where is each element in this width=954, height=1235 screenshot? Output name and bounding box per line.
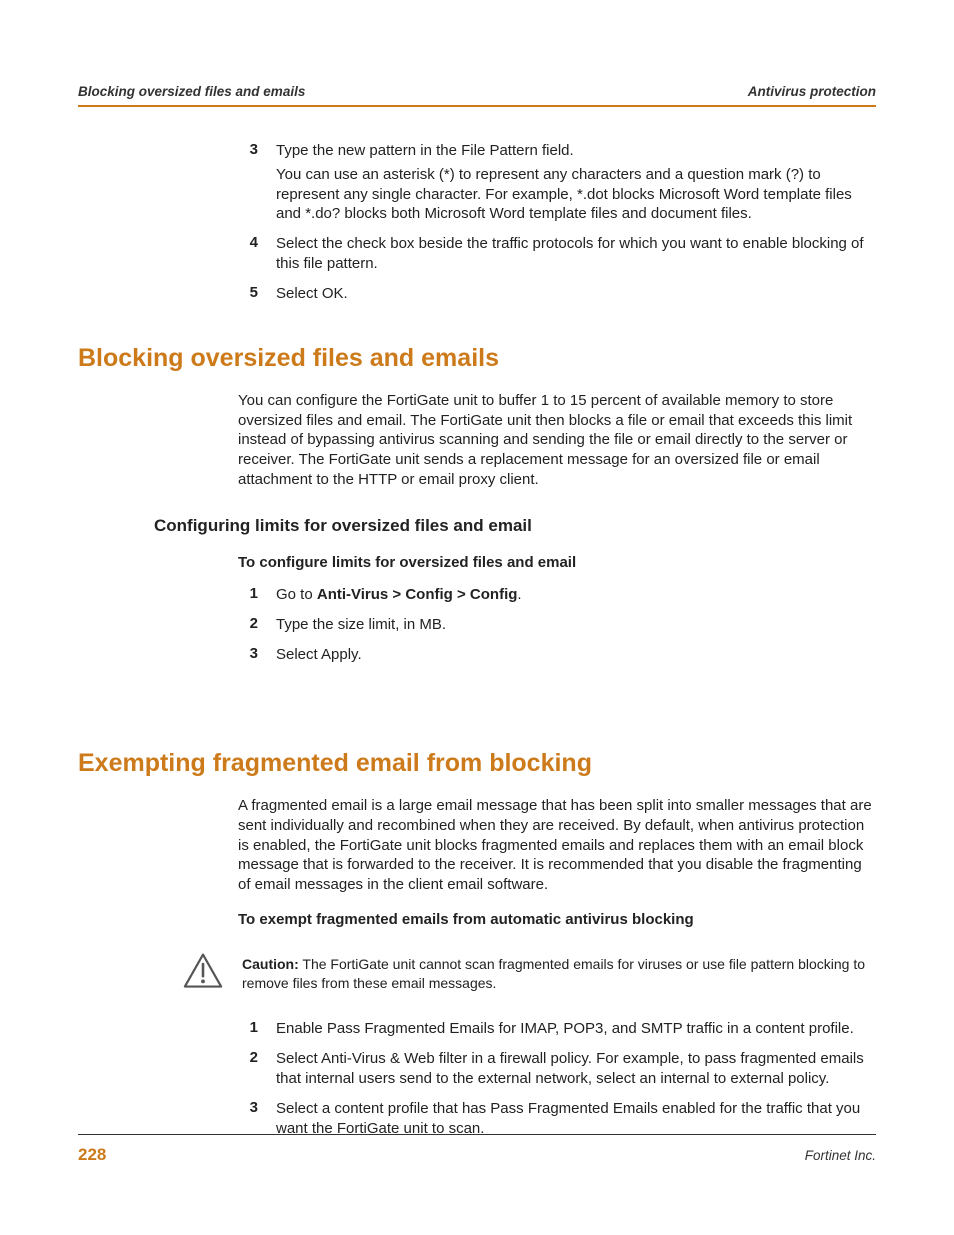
step-number: 3: [238, 645, 276, 665]
procedure-heading: To configure limits for oversized files …: [238, 554, 876, 571]
running-head-right: Antivirus protection: [748, 84, 876, 99]
step-number: 3: [238, 141, 276, 224]
section-body: A fragmented email is a large email mess…: [78, 796, 876, 1139]
step-number: 4: [238, 234, 276, 274]
step-number: 3: [238, 1099, 276, 1139]
step-body: Select Apply.: [276, 645, 876, 665]
company-name: Fortinet Inc.: [805, 1148, 876, 1163]
step-number: 5: [238, 284, 276, 304]
step-body: Enable Pass Fragmented Emails for IMAP, …: [276, 1019, 876, 1039]
top-steps: 3 Type the new pattern in the File Patte…: [78, 141, 876, 304]
caution-block: Caution: The FortiGate unit cannot scan …: [182, 952, 876, 995]
section-heading-exempting-fragmented: Exempting fragmented email from blocking: [78, 749, 876, 778]
section-body: You can configure the FortiGate unit to …: [78, 391, 876, 665]
step-text: Select Anti-Virus & Web filter in a fire…: [276, 1049, 876, 1089]
subsection-heading-configuring-limits: Configuring limits for oversized files a…: [154, 516, 876, 536]
step-item: 2 Select Anti-Virus & Web filter in a fi…: [238, 1049, 876, 1089]
step-body: Select OK.: [276, 284, 876, 304]
step-item: 5 Select OK.: [238, 284, 876, 304]
caution-icon: [182, 952, 224, 995]
step-body: Type the size limit, in MB.: [276, 615, 876, 635]
step-number: 1: [238, 585, 276, 605]
running-head: Blocking oversized files and emails Anti…: [78, 84, 876, 107]
step-text: You can use an asterisk (*) to represent…: [276, 165, 876, 224]
step-number: 2: [238, 1049, 276, 1089]
page-number: 228: [78, 1145, 106, 1165]
step-body: Select Anti-Virus & Web filter in a fire…: [276, 1049, 876, 1089]
step-text: Go to Anti-Virus > Config > Config.: [276, 585, 876, 605]
step-item: 4 Select the check box beside the traffi…: [238, 234, 876, 274]
step-item: 1 Go to Anti-Virus > Config > Config.: [238, 585, 876, 605]
step-item: 3 Select a content profile that has Pass…: [238, 1099, 876, 1139]
step-item: 3 Type the new pattern in the File Patte…: [238, 141, 876, 224]
section-intro: You can configure the FortiGate unit to …: [238, 391, 876, 491]
procedure-heading: To exempt fragmented emails from automat…: [238, 911, 876, 928]
step-item: 1 Enable Pass Fragmented Emails for IMAP…: [238, 1019, 876, 1039]
page-footer: 228 Fortinet Inc.: [78, 1134, 876, 1165]
step-body: Select the check box beside the traffic …: [276, 234, 876, 274]
running-head-left: Blocking oversized files and emails: [78, 84, 305, 99]
step-text: Select OK.: [276, 284, 876, 304]
step-number: 2: [238, 615, 276, 635]
step-text: Select the check box beside the traffic …: [276, 234, 876, 274]
step-text: Type the size limit, in MB.: [276, 615, 876, 635]
step-body: Select a content profile that has Pass F…: [276, 1099, 876, 1139]
step-body: Go to Anti-Virus > Config > Config.: [276, 585, 876, 605]
caution-text: Caution: The FortiGate unit cannot scan …: [242, 955, 876, 993]
section-heading-blocking-oversized: Blocking oversized files and emails: [78, 344, 876, 373]
step-item: 3 Select Apply.: [238, 645, 876, 665]
step-text: Select a content profile that has Pass F…: [276, 1099, 876, 1139]
section-intro: A fragmented email is a large email mess…: [238, 796, 876, 896]
step-number: 1: [238, 1019, 276, 1039]
step-item: 2 Type the size limit, in MB.: [238, 615, 876, 635]
step-body: Type the new pattern in the File Pattern…: [276, 141, 876, 224]
step-text: Type the new pattern in the File Pattern…: [276, 141, 876, 161]
step-text: Select Apply.: [276, 645, 876, 665]
step-text: Enable Pass Fragmented Emails for IMAP, …: [276, 1019, 876, 1039]
